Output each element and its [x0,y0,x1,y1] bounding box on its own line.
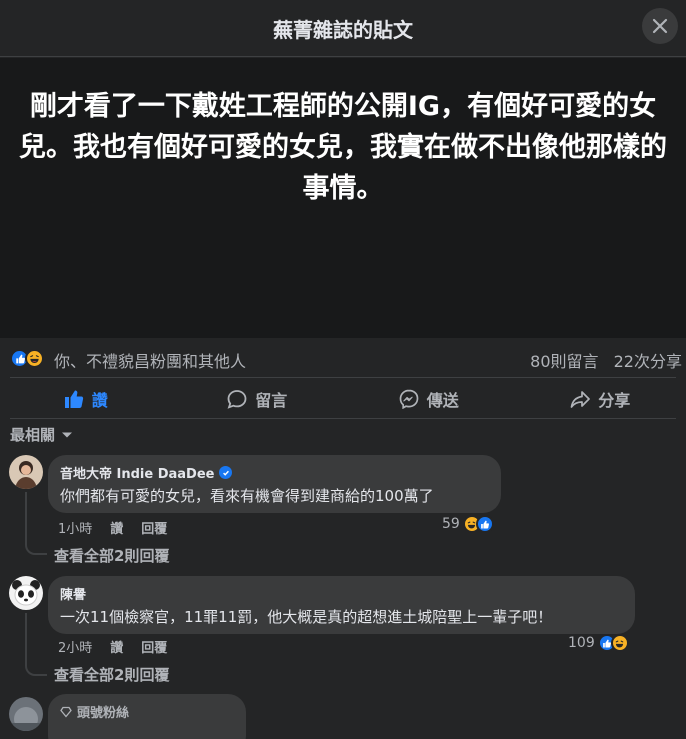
comment-text: 一次11個檢察官，11罪11罰，他大概是真的超想進土城陪聖上一輩子吧！ [60,608,553,626]
comment-label: 留言 [255,391,288,410]
post-action-bar: 讚 留言 傳送 分享 [0,381,686,417]
chevron-down-icon [62,432,73,437]
thread-line [25,492,27,542]
reaction-names[interactable]: 你、不禮貌昌粉團和其他人 [54,348,246,372]
top-fan-badge: 頭號粉絲 [60,702,234,721]
dialog-header: 蕪菁雜誌的貼文 [0,0,686,57]
comment-like-button[interactable]: 讚 [110,518,123,537]
thread-connector [25,662,47,676]
view-replies-link[interactable]: 查看全部2則回覆 [54,545,169,566]
divider [10,418,676,419]
like-icon [475,515,494,533]
avatar[interactable] [9,576,43,610]
dialog-title: 蕪菁雜誌的貼文 [273,18,413,42]
comment-reply-button[interactable]: 回覆 [141,637,167,656]
comment-time[interactable]: 2小時 [58,637,92,656]
share-count[interactable]: 22次分享 [614,352,682,371]
diamond-icon [60,706,72,718]
engagement-counts: 80則留言 22次分享 [530,348,682,372]
view-replies-link[interactable]: 查看全部2則回覆 [54,664,169,685]
commenter-name[interactable]: 音地大帝 Indie DaaDee [60,463,214,482]
thumbs-up-icon [64,390,83,408]
avatar[interactable] [9,455,43,489]
share-button[interactable]: 分享 [515,381,686,417]
haha-icon [610,634,629,652]
like-button[interactable]: 讚 [0,381,172,417]
thread-line [25,613,27,663]
haha-icon [25,349,44,368]
comment-reaction-count: 109 [568,635,595,651]
post-text: 剛才看了一下戴姓工程師的公開IG，有個好可愛的女兒。我也有個好可愛的女兒，我實在… [19,91,667,204]
comment-sort-dropdown[interactable]: 最相關 [10,424,73,445]
commenter-name-row: 陳譽 [60,584,623,603]
comment-count[interactable]: 80則留言 [530,352,598,371]
comment-bubble: 頭號粉絲 [48,694,246,739]
badge-label: 頭號粉絲 [77,706,130,721]
thread-connector [25,541,47,555]
messenger-icon [399,389,419,409]
comment-button[interactable]: 留言 [172,381,344,417]
send-label: 傳送 [426,391,459,410]
share-icon [570,391,591,408]
comment-icon [227,390,247,409]
reactions-summary[interactable]: 你、不禮貌昌粉團和其他人 80則留言 22次分享 [0,343,686,373]
divider [10,377,676,378]
close-button[interactable] [642,8,678,44]
verified-badge-icon [219,466,233,479]
share-label: 分享 [598,391,631,410]
close-icon [652,18,668,34]
comment-reaction-count: 59 [442,516,460,532]
reaction-icons[interactable] [10,349,44,368]
comment-meta: 1小時 讚 回覆 [58,518,167,537]
commenter-name-row: 音地大帝 Indie DaaDee [60,463,489,482]
comment-meta: 2小時 讚 回覆 [58,637,167,656]
commenter-name[interactable]: 陳譽 [60,584,86,603]
comment-bubble: 陳譽 一次11個檢察官，11罪11罰，他大概是真的超想進土城陪聖上一輩子吧！ [48,576,635,634]
comment-text: 你們都有可愛的女兒，看來有機會得到建商給的100萬了 [60,487,434,505]
sort-label: 最相關 [10,426,56,444]
send-button[interactable]: 傳送 [343,381,515,417]
comment-time[interactable]: 1小時 [58,518,92,537]
comment-reply-button[interactable]: 回覆 [141,518,167,537]
avatar[interactable] [9,697,43,731]
comment-reactions[interactable]: 59 [442,515,494,533]
comment-bubble: 音地大帝 Indie DaaDee 你們都有可愛的女兒，看來有機會得到建商給的1… [48,455,501,513]
comment-like-button[interactable]: 讚 [110,637,123,656]
like-label: 讚 [91,391,108,410]
post-text-card: 剛才看了一下戴姓工程師的公開IG，有個好可愛的女兒。我也有個好可愛的女兒，我實在… [0,58,686,338]
comment-reactions[interactable]: 109 [568,634,629,652]
